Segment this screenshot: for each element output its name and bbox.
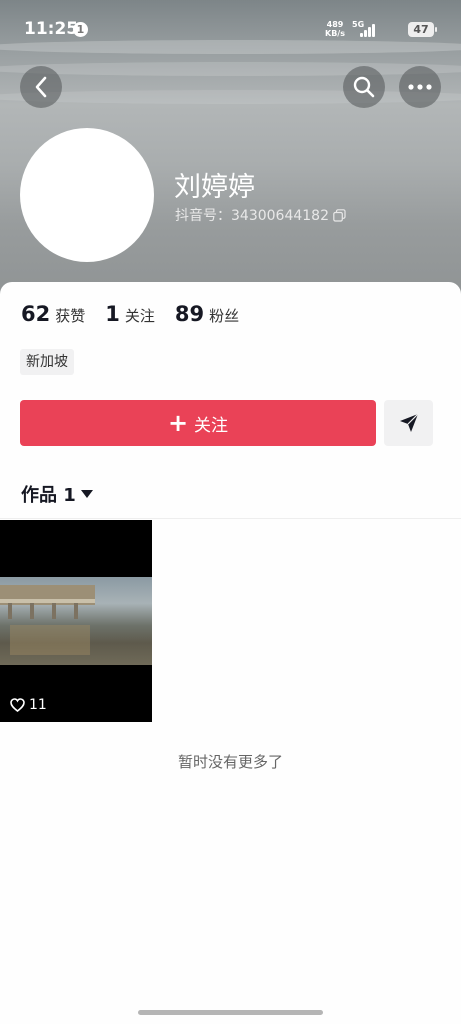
signal-icon (360, 24, 378, 37)
send-message-button[interactable] (384, 400, 433, 446)
follow-label: 关注 (194, 415, 229, 436)
stat-number: 62 (21, 302, 51, 326)
notification-badge: 1 (73, 22, 88, 37)
status-bar: 11:25 1 489 KB/s 5G 47 (0, 0, 461, 60)
stat-number: 1 (105, 302, 120, 326)
stat-label: 关注 (124, 307, 155, 325)
cover-detail (0, 599, 95, 603)
follow-button[interactable]: + 关注 (20, 400, 376, 446)
stat-following[interactable]: 1 关注 (105, 302, 155, 326)
works-tab-label: 作品 1 (21, 485, 76, 506)
battery-icon: 47 (408, 22, 437, 37)
video-likes: 11 (10, 697, 47, 713)
cover-detail (52, 603, 56, 619)
net-speed: 489 KB/s (325, 20, 345, 38)
stat-number: 89 (174, 302, 205, 326)
net-speed-unit: KB/s (325, 29, 345, 38)
video-thumbnail[interactable] (0, 520, 152, 722)
heart-icon (10, 698, 25, 712)
cover-detail (8, 603, 12, 619)
back-button[interactable] (20, 66, 62, 108)
status-time: 11:25 (24, 19, 79, 39)
search-icon (353, 76, 375, 98)
stat-followers[interactable]: 89 粉丝 (175, 302, 239, 326)
profile-name: 刘婷婷 (174, 172, 255, 203)
send-icon (399, 413, 418, 432)
divider (0, 518, 461, 519)
background-wave (0, 90, 461, 104)
back-arrow-icon (35, 76, 47, 98)
likes-count: 11 (29, 697, 47, 713)
cover-detail (30, 603, 34, 619)
background-wave (0, 62, 461, 76)
net-speed-value: 489 (326, 20, 344, 29)
more-dots-icon (408, 84, 432, 90)
stat-label: 粉丝 (209, 307, 240, 325)
home-indicator[interactable] (138, 1010, 323, 1015)
location-tag: 新加坡 (20, 349, 74, 375)
stat-label: 获赞 (55, 307, 86, 325)
douyin-id: 抖音号：34300644182 (175, 205, 346, 225)
plus-icon: + (167, 409, 189, 437)
avatar[interactable] (20, 128, 154, 262)
video-cover-image (0, 577, 152, 665)
cover-detail (74, 603, 78, 619)
cover-detail (10, 625, 90, 655)
stat-likes[interactable]: 62 获赞 (21, 302, 85, 326)
no-more-text: 暂时没有更多了 (177, 753, 283, 771)
copy-icon[interactable] (333, 208, 346, 222)
tab-works[interactable]: 作品 1 (21, 481, 94, 507)
douyin-id-text: 抖音号：34300644182 (175, 208, 329, 224)
search-button[interactable] (343, 66, 385, 108)
triangle-down-icon (80, 490, 93, 498)
more-button[interactable] (399, 66, 441, 108)
stats-row: 62 获赞 1 关注 89 粉丝 (21, 302, 259, 326)
